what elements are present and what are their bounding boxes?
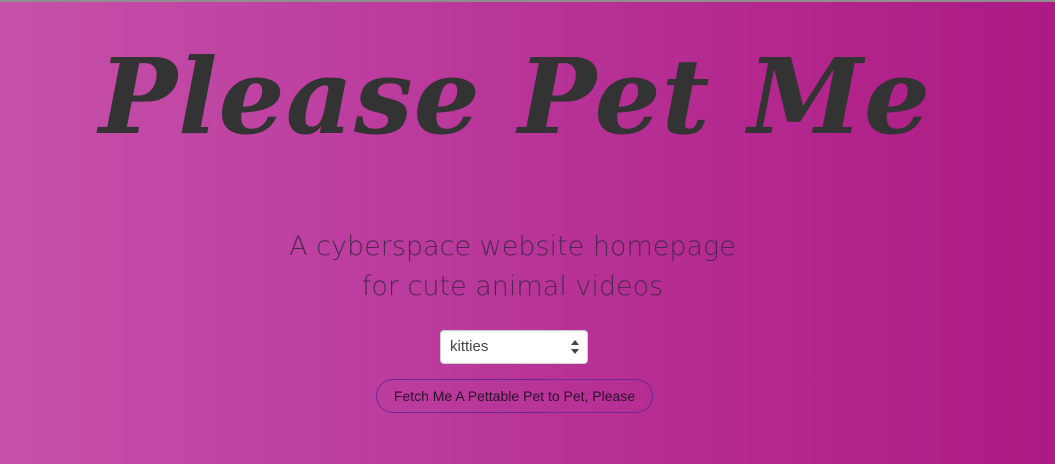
subtitle: A cyberspace website homepage for cute a… [0,227,1025,307]
page: Please Pet Me A cyberspace website homep… [0,2,1055,464]
fetch-pet-button[interactable]: Fetch Me A Pettable Pet to Pet, Please [376,379,653,413]
page-title: Please Pet Me [98,35,932,158]
subtitle-line-1: A cyberspace website homepage [289,231,736,262]
pet-type-selected-value: kitties [450,338,489,355]
up-down-arrows-icon [570,339,580,355]
pet-type-select[interactable]: kitties [440,330,588,364]
subtitle-line-2: for cute animal videos [361,271,664,302]
